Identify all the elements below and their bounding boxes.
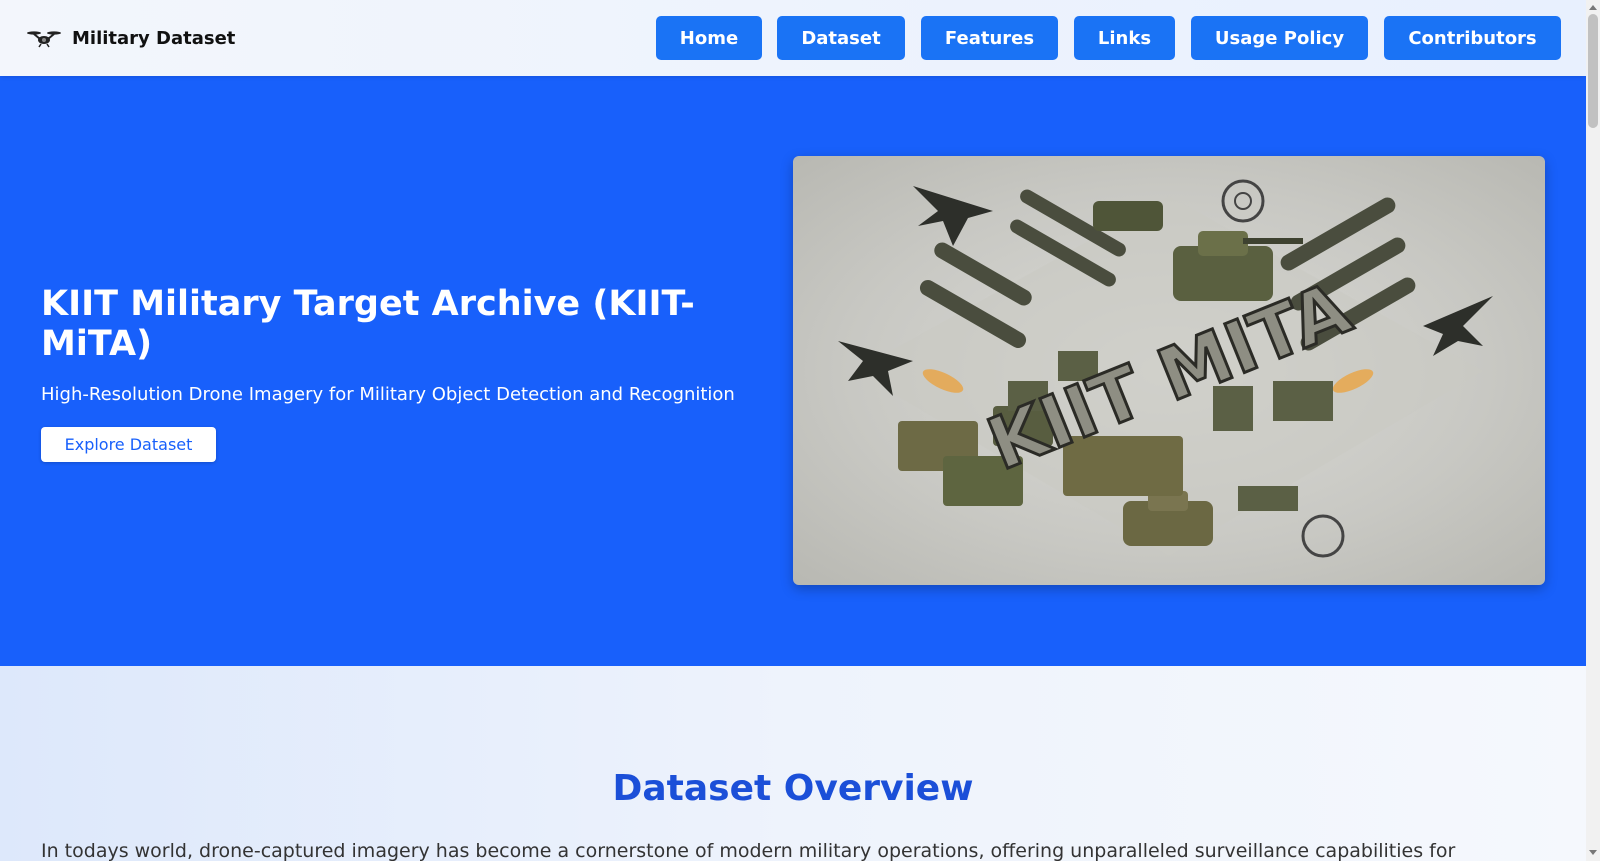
nav-contributors-button[interactable]: Contributors [1384, 16, 1561, 60]
hero-title: KIIT Military Target Archive (KIIT-MiTA) [41, 284, 695, 364]
nav-dataset-button[interactable]: Dataset [777, 16, 905, 60]
overview-section: Dataset Overview In todays world, drone-… [0, 666, 1586, 861]
scroll-up-arrow-icon[interactable] [1589, 5, 1597, 10]
hero-subtitle: High-Resolution Drone Imagery for Milita… [41, 384, 735, 405]
overview-body: In todays world, drone-captured imagery … [41, 840, 1456, 861]
explore-dataset-button[interactable]: Explore Dataset [41, 427, 216, 462]
scroll-down-arrow-icon[interactable] [1589, 850, 1597, 855]
hero-section: KIIT Military Target Archive (KIIT-MiTA)… [0, 76, 1586, 666]
hero-image: KIIT MITA [793, 156, 1545, 585]
vertical-scrollbar[interactable] [1586, 0, 1600, 861]
drone-icon [26, 26, 62, 50]
nav-home-button[interactable]: Home [656, 16, 762, 60]
page: Military Dataset Home Dataset Features L… [0, 0, 1586, 861]
nav-usage-policy-button[interactable]: Usage Policy [1191, 16, 1368, 60]
nav-links-button[interactable]: Links [1074, 16, 1175, 60]
nav-features-button[interactable]: Features [921, 16, 1058, 60]
brand-name: Military Dataset [72, 27, 236, 49]
navbar: Military Dataset Home Dataset Features L… [0, 0, 1586, 76]
scroll-thumb[interactable] [1588, 14, 1598, 128]
overview-title: Dataset Overview [612, 768, 974, 809]
brand[interactable]: Military Dataset [26, 24, 235, 52]
